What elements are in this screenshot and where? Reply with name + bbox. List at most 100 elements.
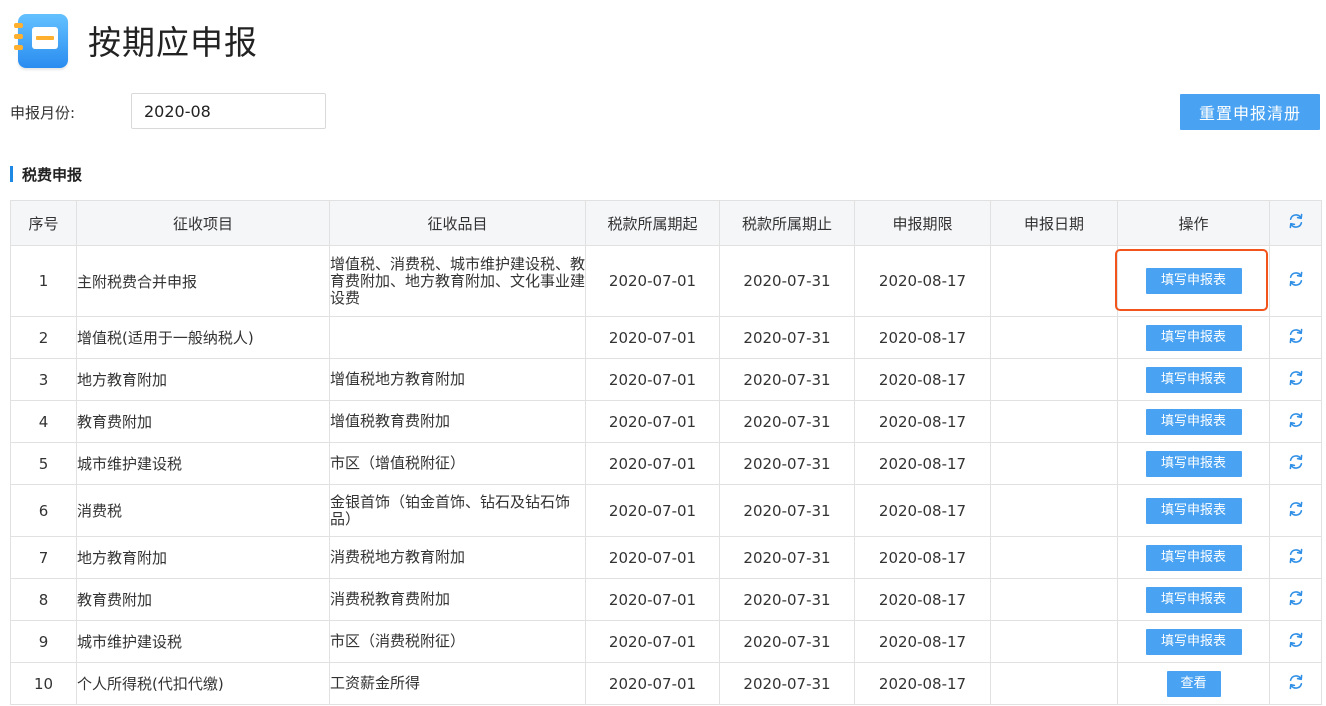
row-end: 2020-07-31 bbox=[719, 358, 855, 401]
filter-bar: 申报月份: bbox=[10, 93, 326, 131]
row-date bbox=[990, 620, 1118, 663]
row-action: 填写申报表 bbox=[1117, 358, 1270, 401]
view-button[interactable]: 查看 bbox=[1166, 670, 1221, 697]
refresh-icon[interactable] bbox=[1287, 453, 1305, 475]
page-title: 按期应申报 bbox=[88, 23, 258, 62]
header-action: 操作 bbox=[1117, 200, 1270, 246]
page-header: 按期应申报 bbox=[12, 8, 258, 72]
header-deadline: 申报期限 bbox=[854, 200, 991, 246]
row-refresh[interactable] bbox=[1269, 400, 1322, 443]
header-item: 征收品目 bbox=[329, 200, 586, 246]
row-start: 2020-07-01 bbox=[585, 536, 720, 579]
table-row: 5 城市维护建设税 市区（增值税附征） 2020-07-01 2020-07-3… bbox=[10, 442, 1322, 485]
row-no: 10 bbox=[10, 662, 77, 705]
row-item bbox=[329, 316, 586, 359]
declaration-table: 序号 征收项目 征收品目 税款所属期起 税款所属期止 申报期限 申报日期 操作 … bbox=[10, 200, 1322, 705]
header-project: 征收项目 bbox=[76, 200, 330, 246]
row-deadline: 2020-08-17 bbox=[854, 442, 991, 485]
table-row: 7 地方教育附加 消费税地方教育附加 2020-07-01 2020-07-31… bbox=[10, 536, 1322, 579]
refresh-icon[interactable] bbox=[1287, 673, 1305, 695]
fill-form-button[interactable]: 填写申报表 bbox=[1145, 450, 1242, 477]
table-row: 4 教育费附加 增值税教育费附加 2020-07-01 2020-07-31 2… bbox=[10, 400, 1322, 443]
refresh-icon[interactable] bbox=[1287, 411, 1305, 433]
row-date bbox=[990, 578, 1118, 621]
row-date bbox=[990, 316, 1118, 359]
fill-form-button[interactable]: 填写申报表 bbox=[1145, 586, 1242, 613]
row-no: 1 bbox=[10, 245, 77, 317]
refresh-icon[interactable] bbox=[1287, 547, 1305, 569]
fill-form-button[interactable]: 填写申报表 bbox=[1145, 497, 1242, 524]
fill-form-button[interactable]: 填写申报表 bbox=[1145, 324, 1242, 351]
row-date bbox=[990, 245, 1118, 317]
row-deadline: 2020-08-17 bbox=[854, 620, 991, 663]
month-label: 申报月份: bbox=[10, 103, 76, 122]
table-header-row: 序号 征收项目 征收品目 税款所属期起 税款所属期止 申报期限 申报日期 操作 bbox=[10, 200, 1322, 246]
row-action: 填写申报表 bbox=[1117, 316, 1270, 359]
row-start: 2020-07-01 bbox=[585, 245, 720, 317]
row-refresh[interactable] bbox=[1269, 578, 1322, 621]
row-project: 教育费附加 bbox=[76, 578, 330, 621]
row-end: 2020-07-31 bbox=[719, 442, 855, 485]
row-date bbox=[990, 484, 1118, 537]
fill-form-button[interactable]: 填写申报表 bbox=[1145, 408, 1242, 435]
row-item: 工资薪金所得 bbox=[329, 662, 586, 705]
month-input[interactable] bbox=[131, 93, 326, 129]
fill-form-button[interactable]: 填写申报表 bbox=[1145, 628, 1242, 655]
row-date bbox=[990, 536, 1118, 579]
row-refresh[interactable] bbox=[1269, 484, 1322, 537]
row-item: 消费税地方教育附加 bbox=[329, 536, 586, 579]
row-end: 2020-07-31 bbox=[719, 620, 855, 663]
row-no: 5 bbox=[10, 442, 77, 485]
refresh-icon[interactable] bbox=[1287, 500, 1305, 522]
row-refresh[interactable] bbox=[1269, 358, 1322, 401]
row-project: 地方教育附加 bbox=[76, 536, 330, 579]
row-refresh[interactable] bbox=[1269, 536, 1322, 579]
refresh-icon[interactable] bbox=[1287, 270, 1305, 292]
row-deadline: 2020-08-17 bbox=[854, 316, 991, 359]
refresh-icon[interactable] bbox=[1287, 369, 1305, 391]
fill-form-button[interactable]: 填写申报表 bbox=[1145, 268, 1242, 294]
row-end: 2020-07-31 bbox=[719, 400, 855, 443]
row-deadline: 2020-08-17 bbox=[854, 245, 991, 317]
row-date bbox=[990, 662, 1118, 705]
row-action: 填写申报表 bbox=[1117, 442, 1270, 485]
fill-form-button[interactable]: 填写申报表 bbox=[1145, 366, 1242, 393]
row-refresh[interactable] bbox=[1269, 620, 1322, 663]
header-start: 税款所属期起 bbox=[585, 200, 720, 246]
row-item: 金银首饰（铂金首饰、钻石及钻石饰品） bbox=[329, 484, 586, 537]
row-start: 2020-07-01 bbox=[585, 620, 720, 663]
row-date bbox=[990, 358, 1118, 401]
reset-declaration-list-button[interactable]: 重置申报清册 bbox=[1180, 94, 1320, 130]
row-refresh[interactable] bbox=[1269, 442, 1322, 485]
refresh-icon[interactable] bbox=[1287, 589, 1305, 611]
row-item: 增值税地方教育附加 bbox=[329, 358, 586, 401]
refresh-icon[interactable] bbox=[1287, 631, 1305, 653]
table-body: 1 主附税费合并申报 增值税、消费税、城市维护建设税、教育费附加、地方教育附加、… bbox=[10, 245, 1322, 705]
row-start: 2020-07-01 bbox=[585, 358, 720, 401]
row-refresh[interactable] bbox=[1269, 245, 1322, 317]
row-item: 增值税、消费税、城市维护建设税、教育费附加、地方教育附加、文化事业建设费 bbox=[329, 245, 586, 317]
header-date: 申报日期 bbox=[990, 200, 1118, 246]
row-end: 2020-07-31 bbox=[719, 662, 855, 705]
row-action: 填写申报表 bbox=[1117, 400, 1270, 443]
row-project: 城市维护建设税 bbox=[76, 442, 330, 485]
row-start: 2020-07-01 bbox=[585, 442, 720, 485]
row-no: 2 bbox=[10, 316, 77, 359]
row-end: 2020-07-31 bbox=[719, 536, 855, 579]
section-label: 税费申报 bbox=[22, 165, 83, 184]
table-row: 9 城市维护建设税 市区（消费税附征） 2020-07-01 2020-07-3… bbox=[10, 620, 1322, 663]
row-end: 2020-07-31 bbox=[719, 578, 855, 621]
header-refresh[interactable] bbox=[1269, 200, 1322, 246]
section-title: 税费申报 bbox=[10, 165, 83, 184]
row-refresh[interactable] bbox=[1269, 316, 1322, 359]
declaration-book-icon bbox=[12, 11, 70, 69]
row-end: 2020-07-31 bbox=[719, 316, 855, 359]
row-action: 填写申报表 bbox=[1117, 620, 1270, 663]
refresh-icon[interactable] bbox=[1287, 327, 1305, 349]
table-row: 2 增值税(适用于一般纳税人) 2020-07-01 2020-07-31 20… bbox=[10, 316, 1322, 359]
refresh-icon[interactable] bbox=[1287, 212, 1305, 234]
row-refresh[interactable] bbox=[1269, 662, 1322, 705]
row-project: 主附税费合并申报 bbox=[76, 245, 330, 317]
fill-form-button[interactable]: 填写申报表 bbox=[1145, 544, 1242, 571]
row-end: 2020-07-31 bbox=[719, 484, 855, 537]
